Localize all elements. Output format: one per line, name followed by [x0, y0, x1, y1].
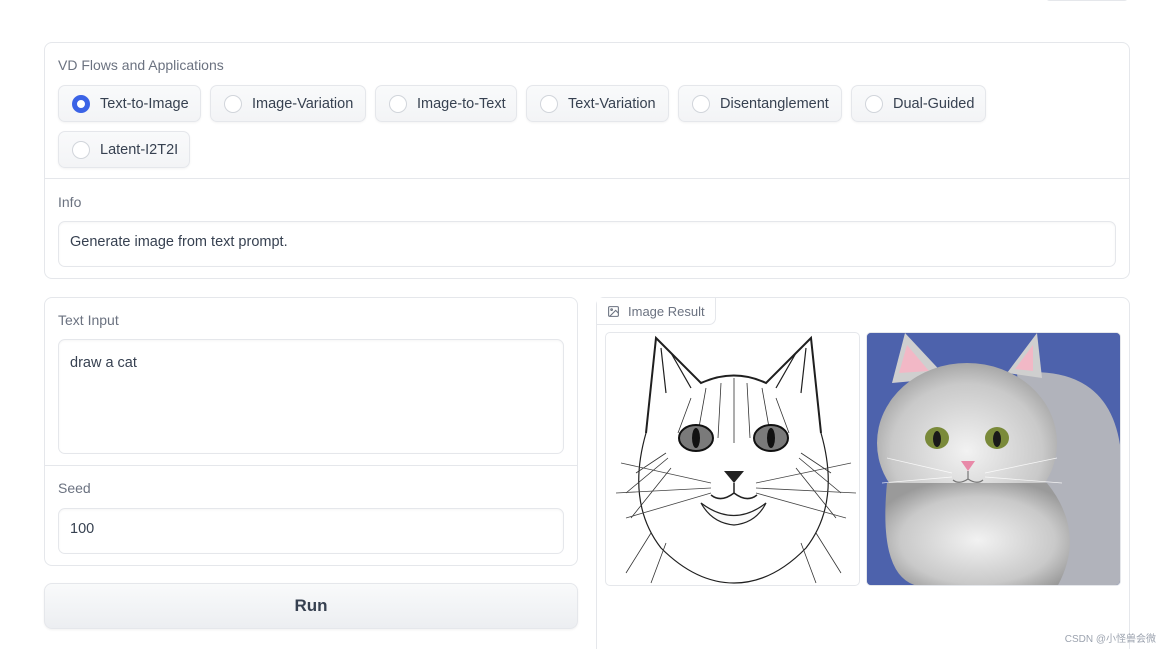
text-input-field[interactable]: draw a cat [58, 339, 564, 454]
image-icon [608, 305, 619, 317]
radio-text-to-image[interactable]: Text-to-Image [58, 85, 201, 122]
radio-label: Image-Variation [252, 95, 354, 112]
seed-label: Seed [58, 480, 91, 496]
radio-dot [72, 140, 90, 159]
radio-image-to-text[interactable]: Image-to-Text [375, 85, 517, 122]
radio-label: Dual-Guided [893, 95, 975, 112]
radio-label: Latent-I2T2I [100, 141, 179, 158]
result-image-painting[interactable] [866, 332, 1121, 586]
flows-divider [45, 178, 1129, 179]
result-image-sketch[interactable] [605, 332, 860, 586]
painted-cat-image [867, 333, 1120, 585]
radio-label: Image-to-Text [417, 95, 506, 112]
seed-field[interactable]: 100 [58, 508, 564, 554]
input-divider [45, 465, 577, 466]
radio-dot [865, 94, 883, 113]
radio-image-variation[interactable]: Image-Variation [210, 85, 366, 122]
text-input-label: Text Input [58, 312, 119, 328]
radio-label: Text-Variation [568, 95, 656, 112]
radio-disentanglement[interactable]: Disentanglement [678, 85, 842, 122]
sketch-cat-image [615, 335, 857, 584]
image-result-label: Image Result [628, 303, 705, 319]
image-result-tab: Image Result [597, 298, 716, 325]
radio-label: Disentanglement [720, 95, 829, 112]
radio-dot [72, 94, 90, 113]
radio-dot [224, 94, 242, 113]
radio-dual-guided[interactable]: Dual-Guided [851, 85, 986, 122]
radio-label: Text-to-Image [100, 95, 189, 112]
radio-dot [389, 94, 407, 113]
info-field[interactable]: Generate image from text prompt. [58, 221, 1116, 267]
radio-latent-i2t2i[interactable]: Latent-I2T2I [58, 131, 190, 168]
radio-dot [692, 94, 710, 113]
run-button[interactable]: Run [44, 583, 578, 629]
watermark: CSDN @小怪兽会微 [1064, 634, 1156, 645]
radio-dot [540, 94, 558, 113]
radio-text-variation[interactable]: Text-Variation [526, 85, 669, 122]
top-stub [1046, 0, 1128, 1]
info-label: Info [58, 194, 82, 210]
flows-label: VD Flows and Applications [58, 57, 224, 73]
